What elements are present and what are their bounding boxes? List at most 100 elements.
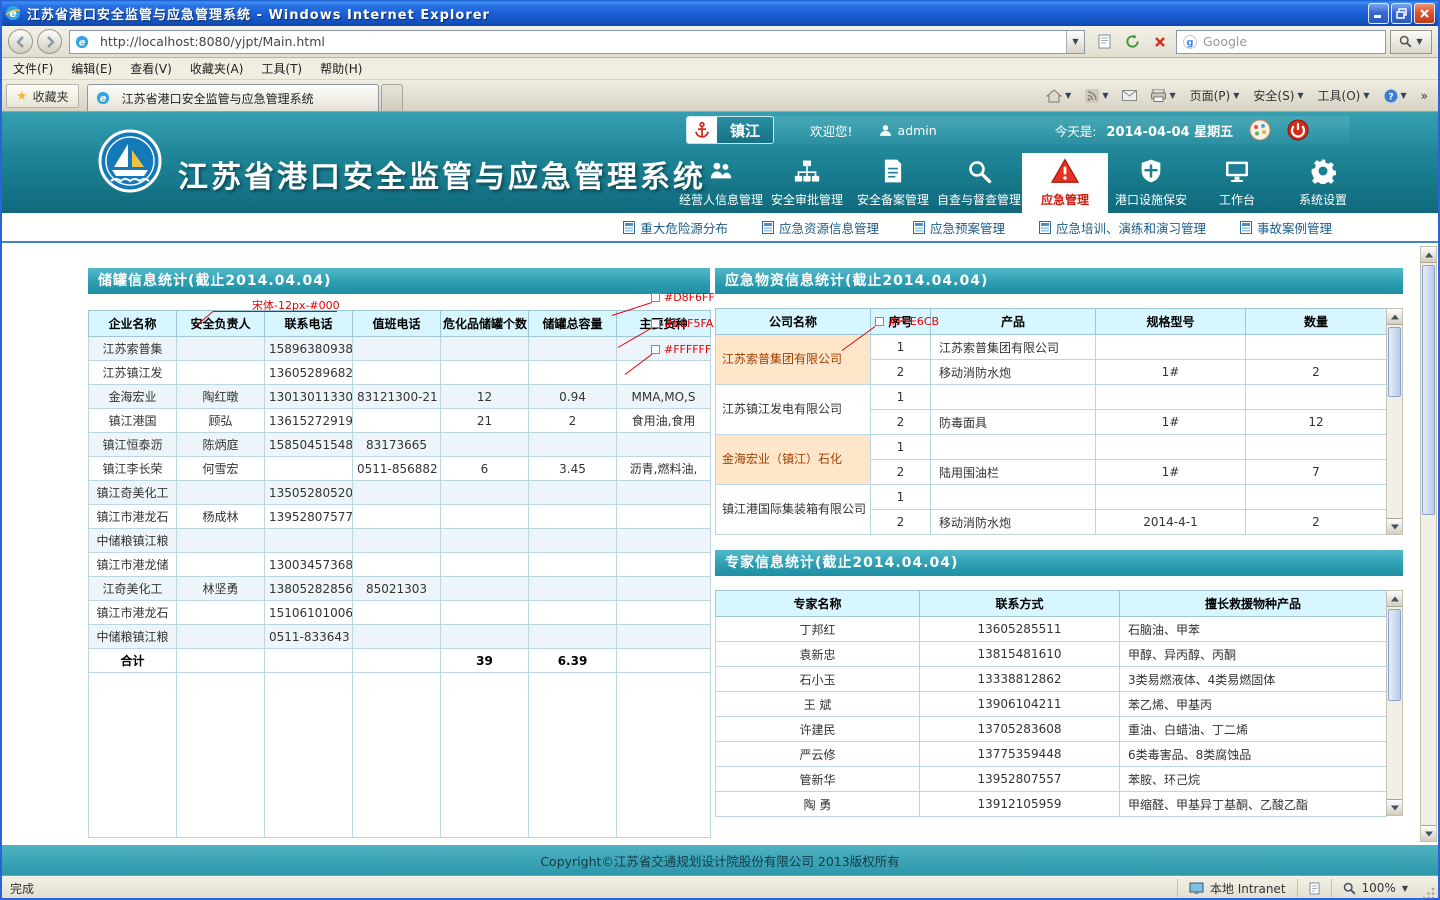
search-icon	[1399, 35, 1412, 48]
supplies-panel-title: 应急物资信息统计(截止2014.04.04)	[715, 268, 1403, 294]
experts-cell: 甲缩醛、甲基异丁基酮、乙酸乙酯	[1120, 792, 1387, 817]
experts-panel-title: 专家信息统计(截止2014.04.04)	[715, 550, 1403, 576]
tank-cell	[529, 577, 617, 601]
nav-item-7[interactable]: 系统设置	[1280, 153, 1366, 213]
scroll-up-button[interactable]	[1387, 309, 1402, 325]
search-box[interactable]: g Google	[1176, 30, 1386, 54]
scroll-thumb[interactable]	[1388, 327, 1401, 397]
scroll-thumb[interactable]	[1422, 265, 1435, 515]
supplies-scrollbar[interactable]	[1386, 308, 1403, 535]
nav-item-3[interactable]: 自查与督查管理	[936, 153, 1022, 213]
mail-button[interactable]	[1116, 87, 1143, 104]
address-dropdown-icon[interactable]: ▼	[1066, 31, 1084, 53]
tank-cell	[441, 625, 529, 649]
nav-item-6[interactable]: 工作台	[1194, 153, 1280, 213]
titlebar[interactable]: e 江苏省港口安全监管与应急管理系统 - Windows Internet Ex…	[0, 0, 1440, 26]
table-row: 石小玉133388128623类易燃液体、4类易燃固体	[716, 667, 1387, 692]
web-page: 江苏省港口安全监管与应急管理系统 镇江 欢迎您! admin 今天是: 2014…	[0, 112, 1440, 875]
content-scrollbar[interactable]	[1420, 246, 1437, 842]
tab-title: 江苏省港口安全监管与应急管理系统	[122, 90, 314, 107]
tank-panel: 储罐信息统计(截止2014.04.04) 企业名称安全负责人联系电话值班电话危化…	[88, 268, 710, 838]
tank-header-row: 企业名称安全负责人联系电话值班电话危化品储罐个数储罐总容量主要货种	[89, 311, 711, 337]
subnav-item-3[interactable]: 应急培训、演练和演习管理	[1039, 218, 1206, 237]
svg-text:g: g	[1186, 37, 1193, 48]
compatibility-button[interactable]	[1092, 30, 1116, 54]
nav-item-0[interactable]: 经营人信息管理	[678, 153, 764, 213]
close-button[interactable]	[1414, 3, 1435, 24]
supplies-cell: 1	[871, 335, 931, 360]
tank-cell	[617, 505, 711, 529]
subnav-label: 事故案例管理	[1257, 218, 1332, 237]
document-icon	[880, 158, 906, 187]
nav-item-4[interactable]: 应急管理	[1022, 153, 1108, 213]
search-placeholder[interactable]: Google	[1203, 34, 1247, 49]
menu-item-1[interactable]: 编辑(E)	[62, 57, 121, 80]
new-tab-button[interactable]	[381, 84, 403, 111]
supplies-column-header: 数量	[1246, 309, 1387, 335]
forward-button[interactable]	[37, 29, 62, 54]
today-label: 今天是:	[1055, 121, 1097, 140]
tank-cell	[177, 361, 265, 385]
favorites-button[interactable]: ★ 收藏夹	[6, 84, 79, 108]
favorites-label: 收藏夹	[33, 88, 69, 105]
copyright-text: Copyright©江苏省交通规划设计院股份有限公司 2013版权所有	[540, 851, 899, 870]
supplies-tbody: 公司名称序号产品规格型号数量 江苏索普集团有限公司1江苏索普集团有限公司2移动消…	[716, 309, 1387, 535]
nav-label: 自查与督查管理	[937, 191, 1021, 208]
nav-label: 工作台	[1219, 191, 1255, 208]
nav-label: 安全备案管理	[857, 191, 929, 208]
search-dropdown-icon[interactable]: ▼	[1416, 37, 1422, 46]
logout-button[interactable]	[1287, 119, 1309, 141]
page-footer: Copyright©江苏省交通规划设计院股份有限公司 2013版权所有	[0, 845, 1440, 875]
printer-icon	[1151, 89, 1166, 102]
toolbar-overflow-icon[interactable]: »	[1415, 86, 1434, 106]
back-button[interactable]	[8, 29, 33, 54]
page-menu-button[interactable]: 页面(P)▼	[1184, 84, 1246, 107]
help-button[interactable]: ?▼	[1378, 86, 1413, 106]
safety-menu-button[interactable]: 安全(S)▼	[1247, 84, 1309, 107]
home-button[interactable]: ▼	[1040, 86, 1077, 106]
nav-item-5[interactable]: 港口设施保安	[1108, 153, 1194, 213]
menu-item-0[interactable]: 文件(F)	[4, 57, 62, 80]
menu-item-2[interactable]: 查看(V)	[121, 57, 181, 80]
restore-button[interactable]	[1391, 3, 1412, 24]
scroll-down-button[interactable]	[1387, 518, 1402, 534]
menu-item-3[interactable]: 收藏夹(A)	[181, 57, 253, 80]
print-button[interactable]: ▼	[1145, 86, 1181, 105]
subnav-item-2[interactable]: 应急预案管理	[913, 218, 1005, 237]
tank-cell: 13605289682	[265, 361, 353, 385]
tank-cell	[177, 481, 265, 505]
subnav-item-4[interactable]: 事故案例管理	[1240, 218, 1332, 237]
menu-item-5[interactable]: 帮助(H)	[311, 57, 371, 80]
menu-item-4[interactable]: 工具(T)	[252, 57, 311, 80]
refresh-button[interactable]	[1120, 30, 1144, 54]
scroll-thumb[interactable]	[1388, 609, 1401, 701]
address-bar[interactable]: e http://localhost:8080/yjpt/Main.html ▼	[69, 30, 1085, 54]
zoom-control[interactable]: 100% ▼	[1331, 879, 1419, 897]
scroll-down-button[interactable]	[1387, 799, 1402, 815]
supplies-cell	[1246, 485, 1387, 510]
scroll-up-button[interactable]	[1421, 247, 1436, 263]
tab-active[interactable]: e 江苏省港口安全监管与应急管理系统	[87, 84, 379, 111]
zoom-dropdown-icon[interactable]: ▼	[1402, 884, 1408, 893]
minimize-button[interactable]	[1368, 3, 1389, 24]
mode-indicator[interactable]	[1297, 879, 1331, 897]
nav-item-1[interactable]: 安全审批管理	[764, 153, 850, 213]
resize-grip[interactable]	[1421, 885, 1436, 900]
tank-cell: 中储粮镇江粮	[89, 625, 177, 649]
user-icon	[879, 124, 892, 137]
search-button[interactable]: ▼	[1390, 30, 1432, 54]
subnav-item-1[interactable]: 应急资源信息管理	[762, 218, 879, 237]
experts-scrollbar[interactable]	[1386, 590, 1403, 816]
tank-cell: MMA,MO,S	[617, 385, 711, 409]
stop-button[interactable]	[1148, 30, 1172, 54]
feeds-button[interactable]: ▼	[1079, 86, 1114, 106]
theme-button[interactable]	[1249, 119, 1271, 141]
tools-menu-button[interactable]: 工具(O)▼	[1312, 84, 1376, 107]
experts-column-header: 专家名称	[716, 591, 920, 617]
scroll-down-button[interactable]	[1421, 825, 1436, 841]
nav-item-2[interactable]: 安全备案管理	[850, 153, 936, 213]
experts-cell: 6类毒害品、8类腐蚀品	[1120, 742, 1387, 767]
scroll-up-button[interactable]	[1387, 591, 1402, 607]
subnav-item-0[interactable]: 重大危险源分布	[623, 218, 728, 237]
address-url[interactable]: http://localhost:8080/yjpt/Main.html	[100, 34, 1061, 49]
